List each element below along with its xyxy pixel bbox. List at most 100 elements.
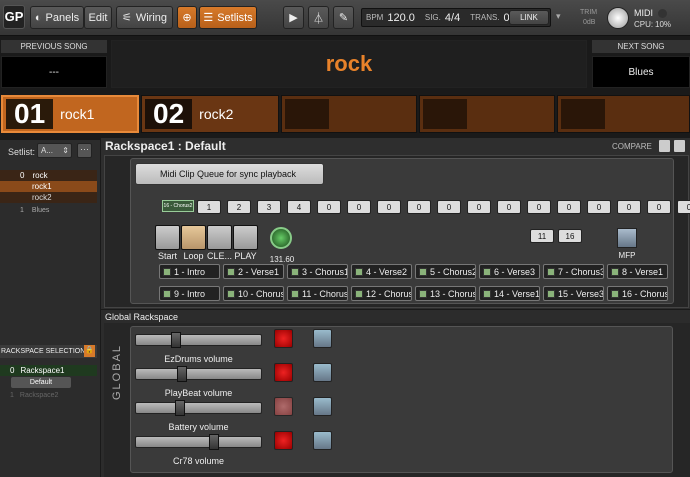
button-16[interactable]: 16 — [558, 229, 582, 243]
setlist-menu-button[interactable]: ··· — [77, 143, 92, 158]
save-icon[interactable] — [674, 140, 685, 152]
copy-icon[interactable] — [659, 140, 670, 152]
part-item-rock2[interactable]: rock2 — [0, 192, 97, 203]
part-tile-empty-3[interactable] — [281, 95, 417, 133]
mute-button[interactable] — [274, 397, 293, 416]
number-button[interactable]: 0 — [677, 200, 690, 214]
compare-label[interactable]: COMPARE — [612, 142, 652, 151]
clip-switch[interactable]: 3 - Chorus1 — [287, 264, 348, 279]
slider-thumb[interactable] — [174, 400, 185, 416]
part-tile-2[interactable]: 02 rock2 — [141, 95, 279, 133]
number-button[interactable]: 0 — [347, 200, 371, 214]
trim-knob[interactable] — [607, 7, 629, 29]
tempo-knob[interactable] — [270, 227, 292, 249]
dropdown-arrow-icon[interactable]: ▾ — [556, 11, 561, 22]
button-11[interactable]: 11 — [530, 229, 554, 243]
setlist-select[interactable]: A... ⇕ — [37, 143, 72, 158]
part-item-rock1[interactable]: rock1 — [0, 181, 97, 192]
solo-button[interactable] — [313, 431, 332, 450]
clip-switch[interactable]: 10 - Chorus3 — [223, 286, 284, 301]
sig-value[interactable]: 4/4 — [445, 12, 460, 24]
part-tile-1[interactable]: 01 rock1 — [1, 95, 139, 133]
number-button[interactable]: 0 — [467, 200, 491, 214]
panels-button[interactable]: ◐ Panels — [30, 6, 84, 29]
clip-switch[interactable]: 8 - Verse1 — [607, 264, 668, 279]
rack-item-rackspace1[interactable]: 0 Rackspace1 — [0, 365, 97, 376]
current-song-title: rock — [325, 51, 373, 76]
number-button[interactable]: 3 — [257, 200, 281, 214]
prev-song-box[interactable]: --- — [1, 56, 107, 88]
setlists-button[interactable]: ☰ Setlists — [199, 6, 257, 29]
number-button[interactable]: 0 — [377, 200, 401, 214]
tuner-button[interactable]: ✎ — [333, 6, 354, 29]
number-button[interactable]: 0 — [557, 200, 581, 214]
clip-switch[interactable]: 9 - Intro — [159, 286, 220, 301]
number-button[interactable]: 0 — [587, 200, 611, 214]
clip-switch[interactable]: 6 - Verse3 — [479, 264, 540, 279]
cpu-label: CPU: — [634, 20, 654, 29]
number-button[interactable]: 0 — [497, 200, 521, 214]
clip-switch[interactable]: 13 - Chorus2 — [415, 286, 476, 301]
number-button[interactable]: 4 — [287, 200, 311, 214]
number-button[interactable]: 0 — [647, 200, 671, 214]
clip-switch[interactable]: 2 - Verse1 — [223, 264, 284, 279]
part-tile-empty-5[interactable] — [557, 95, 690, 133]
mfp-pad[interactable] — [617, 228, 637, 248]
clip-switch[interactable]: 12 - Chorus2 — [351, 286, 412, 301]
song-item-rock[interactable]: 0 rock — [0, 170, 97, 181]
pad-play[interactable] — [233, 225, 258, 250]
slider-thumb[interactable] — [176, 366, 187, 382]
mute-button[interactable] — [274, 431, 293, 450]
song-item-blues[interactable]: 1 Blues — [0, 205, 97, 216]
solo-button[interactable] — [313, 329, 332, 348]
part-tile-empty-4[interactable] — [419, 95, 555, 133]
clip-switch[interactable]: 5 - Chorus2 — [415, 264, 476, 279]
clip-switch[interactable]: 7 - Chorus3 — [543, 264, 604, 279]
volume-slider[interactable] — [135, 332, 262, 348]
clip-switch[interactable]: 1 - Intro — [159, 264, 220, 279]
bpm-value[interactable]: 120.0 — [387, 12, 415, 24]
solo-button[interactable] — [313, 397, 332, 416]
volume-slider[interactable] — [135, 400, 262, 416]
clip-switch[interactable]: 11 - Chorus1 — [287, 286, 348, 301]
top-toolbar: GP ◐ Panels Edit ⚟ Wiring ⊕ ☰ Setlists ▶ ⏃ … — [0, 0, 690, 36]
pad-cle[interactable] — [207, 225, 232, 250]
number-button[interactable]: 0 — [527, 200, 551, 214]
chorus-chip[interactable]: 16 - Chorus2 — [162, 200, 194, 212]
switch-led — [419, 267, 427, 276]
slider-thumb[interactable] — [171, 332, 182, 348]
number-button[interactable]: 0 — [617, 200, 641, 214]
volume-slider[interactable] — [135, 366, 262, 382]
wiring-button[interactable]: ⚟ Wiring — [116, 6, 173, 29]
number-button[interactable]: 2 — [227, 200, 251, 214]
switch-led — [355, 289, 363, 298]
panels-icon: ◐ — [34, 11, 42, 24]
volume-slider[interactable] — [135, 434, 262, 450]
rack-item-rackspace2[interactable]: 1 Rackspace2 — [0, 390, 97, 401]
next-song-box[interactable]: Blues — [592, 56, 690, 88]
pad-loop[interactable] — [181, 225, 206, 250]
metronome-button[interactable]: ⏃ — [308, 6, 329, 29]
midi-label: MIDI — [634, 8, 653, 18]
mute-button[interactable] — [274, 329, 293, 348]
globe-button[interactable]: ⊕ — [177, 6, 197, 29]
lock-icon[interactable]: 🔒 — [84, 345, 95, 357]
clip-switch[interactable]: 15 - Verse3 — [543, 286, 604, 301]
solo-button[interactable] — [313, 363, 332, 382]
midi-led — [658, 9, 667, 18]
play-button[interactable]: ▶ — [283, 6, 304, 29]
mute-button[interactable] — [274, 363, 293, 382]
midi-clip-queue-button[interactable]: Midi Clip Queue for sync playback — [135, 163, 324, 185]
pad-start[interactable] — [155, 225, 180, 250]
edit-button[interactable]: Edit — [84, 6, 112, 29]
clip-switch[interactable]: 4 - Verse2 — [351, 264, 412, 279]
variation-item-default[interactable]: Default — [11, 377, 71, 388]
clip-switch[interactable]: 14 - Verse1 — [479, 286, 540, 301]
number-button[interactable]: 1 — [197, 200, 221, 214]
slider-thumb[interactable] — [208, 434, 219, 450]
link-button[interactable]: LINK — [509, 10, 549, 25]
number-button[interactable]: 0 — [317, 200, 341, 214]
number-button[interactable]: 0 — [407, 200, 431, 214]
number-button[interactable]: 0 — [437, 200, 461, 214]
clip-switch[interactable]: 16 - Chorus2 — [607, 286, 668, 301]
